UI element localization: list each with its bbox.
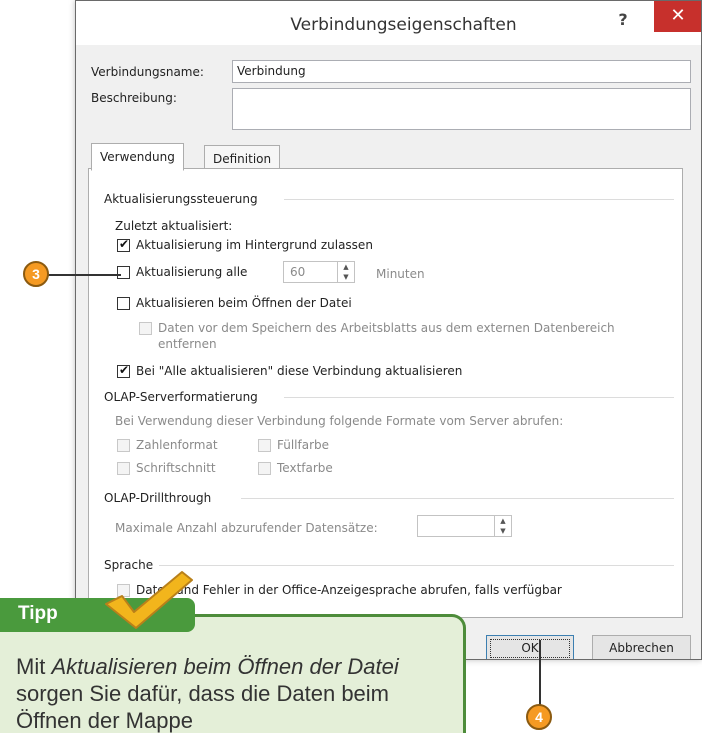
refresh-every-label: Aktualisierung alle [136, 265, 248, 279]
spinner-buttons: ▲ ▼ [337, 262, 354, 282]
tab-usage[interactable]: Verwendung [91, 143, 184, 171]
font-style-label: Schriftschnitt [136, 461, 216, 475]
focus-rect [490, 639, 570, 658]
spin-up-icon[interactable]: ▲ [338, 262, 354, 272]
olap-format-section-title: OLAP-Serverformatierung [104, 390, 258, 404]
callout-4-leader-line [539, 640, 541, 710]
refresh-section-title: Aktualisierungssteuerung [104, 192, 258, 206]
tip-text-prefix: Mit [16, 654, 52, 679]
remove-data-label: Daten vor dem Speichern des Arbeitsblatt… [158, 321, 615, 351]
callout-3-leader-line [48, 274, 121, 276]
text-color-label: Textfarbe [277, 461, 333, 475]
refresh-every-checkbox[interactable] [117, 265, 130, 279]
tip-text: Mit Aktualisieren beim Öffnen der Datei … [16, 653, 456, 733]
background-refresh-label: Aktualisierung im Hintergrund zulassen [136, 238, 373, 252]
max-records-label: Maximale Anzahl abzurufender Datensätze: [115, 521, 378, 535]
spin-down-icon[interactable]: ▼ [338, 272, 354, 282]
olap-format-section-divider [284, 397, 674, 398]
spin-down-icon[interactable]: ▼ [495, 526, 511, 536]
refresh-on-open-checkbox[interactable] [117, 296, 130, 310]
fill-color-option[interactable]: Füllfarbe [258, 438, 329, 452]
fill-color-checkbox[interactable] [258, 438, 271, 452]
refresh-on-open-option[interactable]: Aktualisieren beim Öffnen der Datei [117, 296, 352, 310]
font-style-checkbox[interactable] [117, 461, 130, 475]
remove-data-option[interactable]: Daten vor dem Speichern des Arbeitsblatt… [139, 320, 669, 352]
connection-name-input[interactable]: Verbindung [232, 60, 691, 83]
title-bar: Verbindungseigenschaften ? ✕ [76, 1, 701, 45]
refresh-interval-spinner[interactable]: 60 ▲ ▼ [283, 261, 355, 283]
refresh-on-open-label: Aktualisieren beim Öffnen der Datei [136, 296, 352, 310]
close-button[interactable]: ✕ [654, 1, 701, 32]
office-language-label: Daten und Fehler in der Office-Anzeigesp… [136, 583, 562, 597]
olap-drill-section-title: OLAP-Drillthrough [104, 491, 212, 505]
refresh-all-checkbox[interactable] [117, 363, 130, 378]
callout-badge-3: 3 [23, 261, 49, 287]
number-format-option[interactable]: Zahlenformat [117, 438, 218, 452]
max-records-spinner[interactable]: ▲ ▼ [417, 515, 512, 537]
language-section-divider [159, 565, 674, 566]
font-style-option[interactable]: Schriftschnitt [117, 461, 216, 475]
description-input[interactable] [232, 88, 691, 130]
tab-panel-usage: Aktualisierungssteuerung Zuletzt aktuali… [88, 168, 683, 618]
number-format-label: Zahlenformat [136, 438, 218, 452]
dialog-title: Verbindungseigenschaften [290, 15, 517, 35]
description-label: Beschreibung: [91, 91, 177, 105]
olap-drill-section-divider [241, 498, 674, 499]
last-refreshed-label: Zuletzt aktualisiert: [115, 219, 233, 233]
checkmark-icon [105, 571, 193, 629]
tip-text-suffix: sorgen Sie dafür, dass die Daten beim Öf… [16, 681, 390, 733]
refresh-all-option[interactable]: Bei "Alle aktualisieren" diese Verbindun… [117, 363, 463, 378]
ok-button[interactable]: OK [486, 635, 574, 659]
cancel-button[interactable]: Abbrechen [592, 635, 691, 659]
refresh-section-divider [284, 199, 674, 200]
olap-format-hint: Bei Verwendung dieser Verbindung folgend… [115, 414, 564, 428]
background-refresh-checkbox[interactable] [117, 237, 130, 252]
tip-label: Tipp [18, 603, 58, 624]
refresh-interval-value: 60 [290, 265, 306, 279]
number-format-checkbox[interactable] [117, 438, 130, 452]
text-color-checkbox[interactable] [258, 461, 271, 475]
spin-up-icon[interactable]: ▲ [495, 516, 511, 526]
callout-badge-4: 4 [526, 704, 552, 730]
refresh-interval-unit: Minuten [376, 267, 425, 281]
connection-name-label: Verbindungsname: [91, 65, 204, 79]
tip-text-emphasis: Aktualisieren beim Öffnen der Datei [51, 654, 399, 679]
text-color-option[interactable]: Textfarbe [258, 461, 333, 475]
remove-data-checkbox[interactable] [139, 322, 152, 335]
connection-properties-dialog: Verbindungseigenschaften ? ✕ Verbindungs… [75, 0, 702, 660]
background-refresh-option[interactable]: Aktualisierung im Hintergrund zulassen [117, 237, 373, 252]
refresh-every-option[interactable]: Aktualisierung alle [117, 265, 247, 279]
refresh-all-label: Bei "Alle aktualisieren" diese Verbindun… [136, 364, 463, 378]
help-button[interactable]: ? [611, 9, 635, 31]
fill-color-label: Füllfarbe [277, 438, 330, 452]
max-records-spinner-buttons: ▲ ▼ [494, 516, 511, 536]
